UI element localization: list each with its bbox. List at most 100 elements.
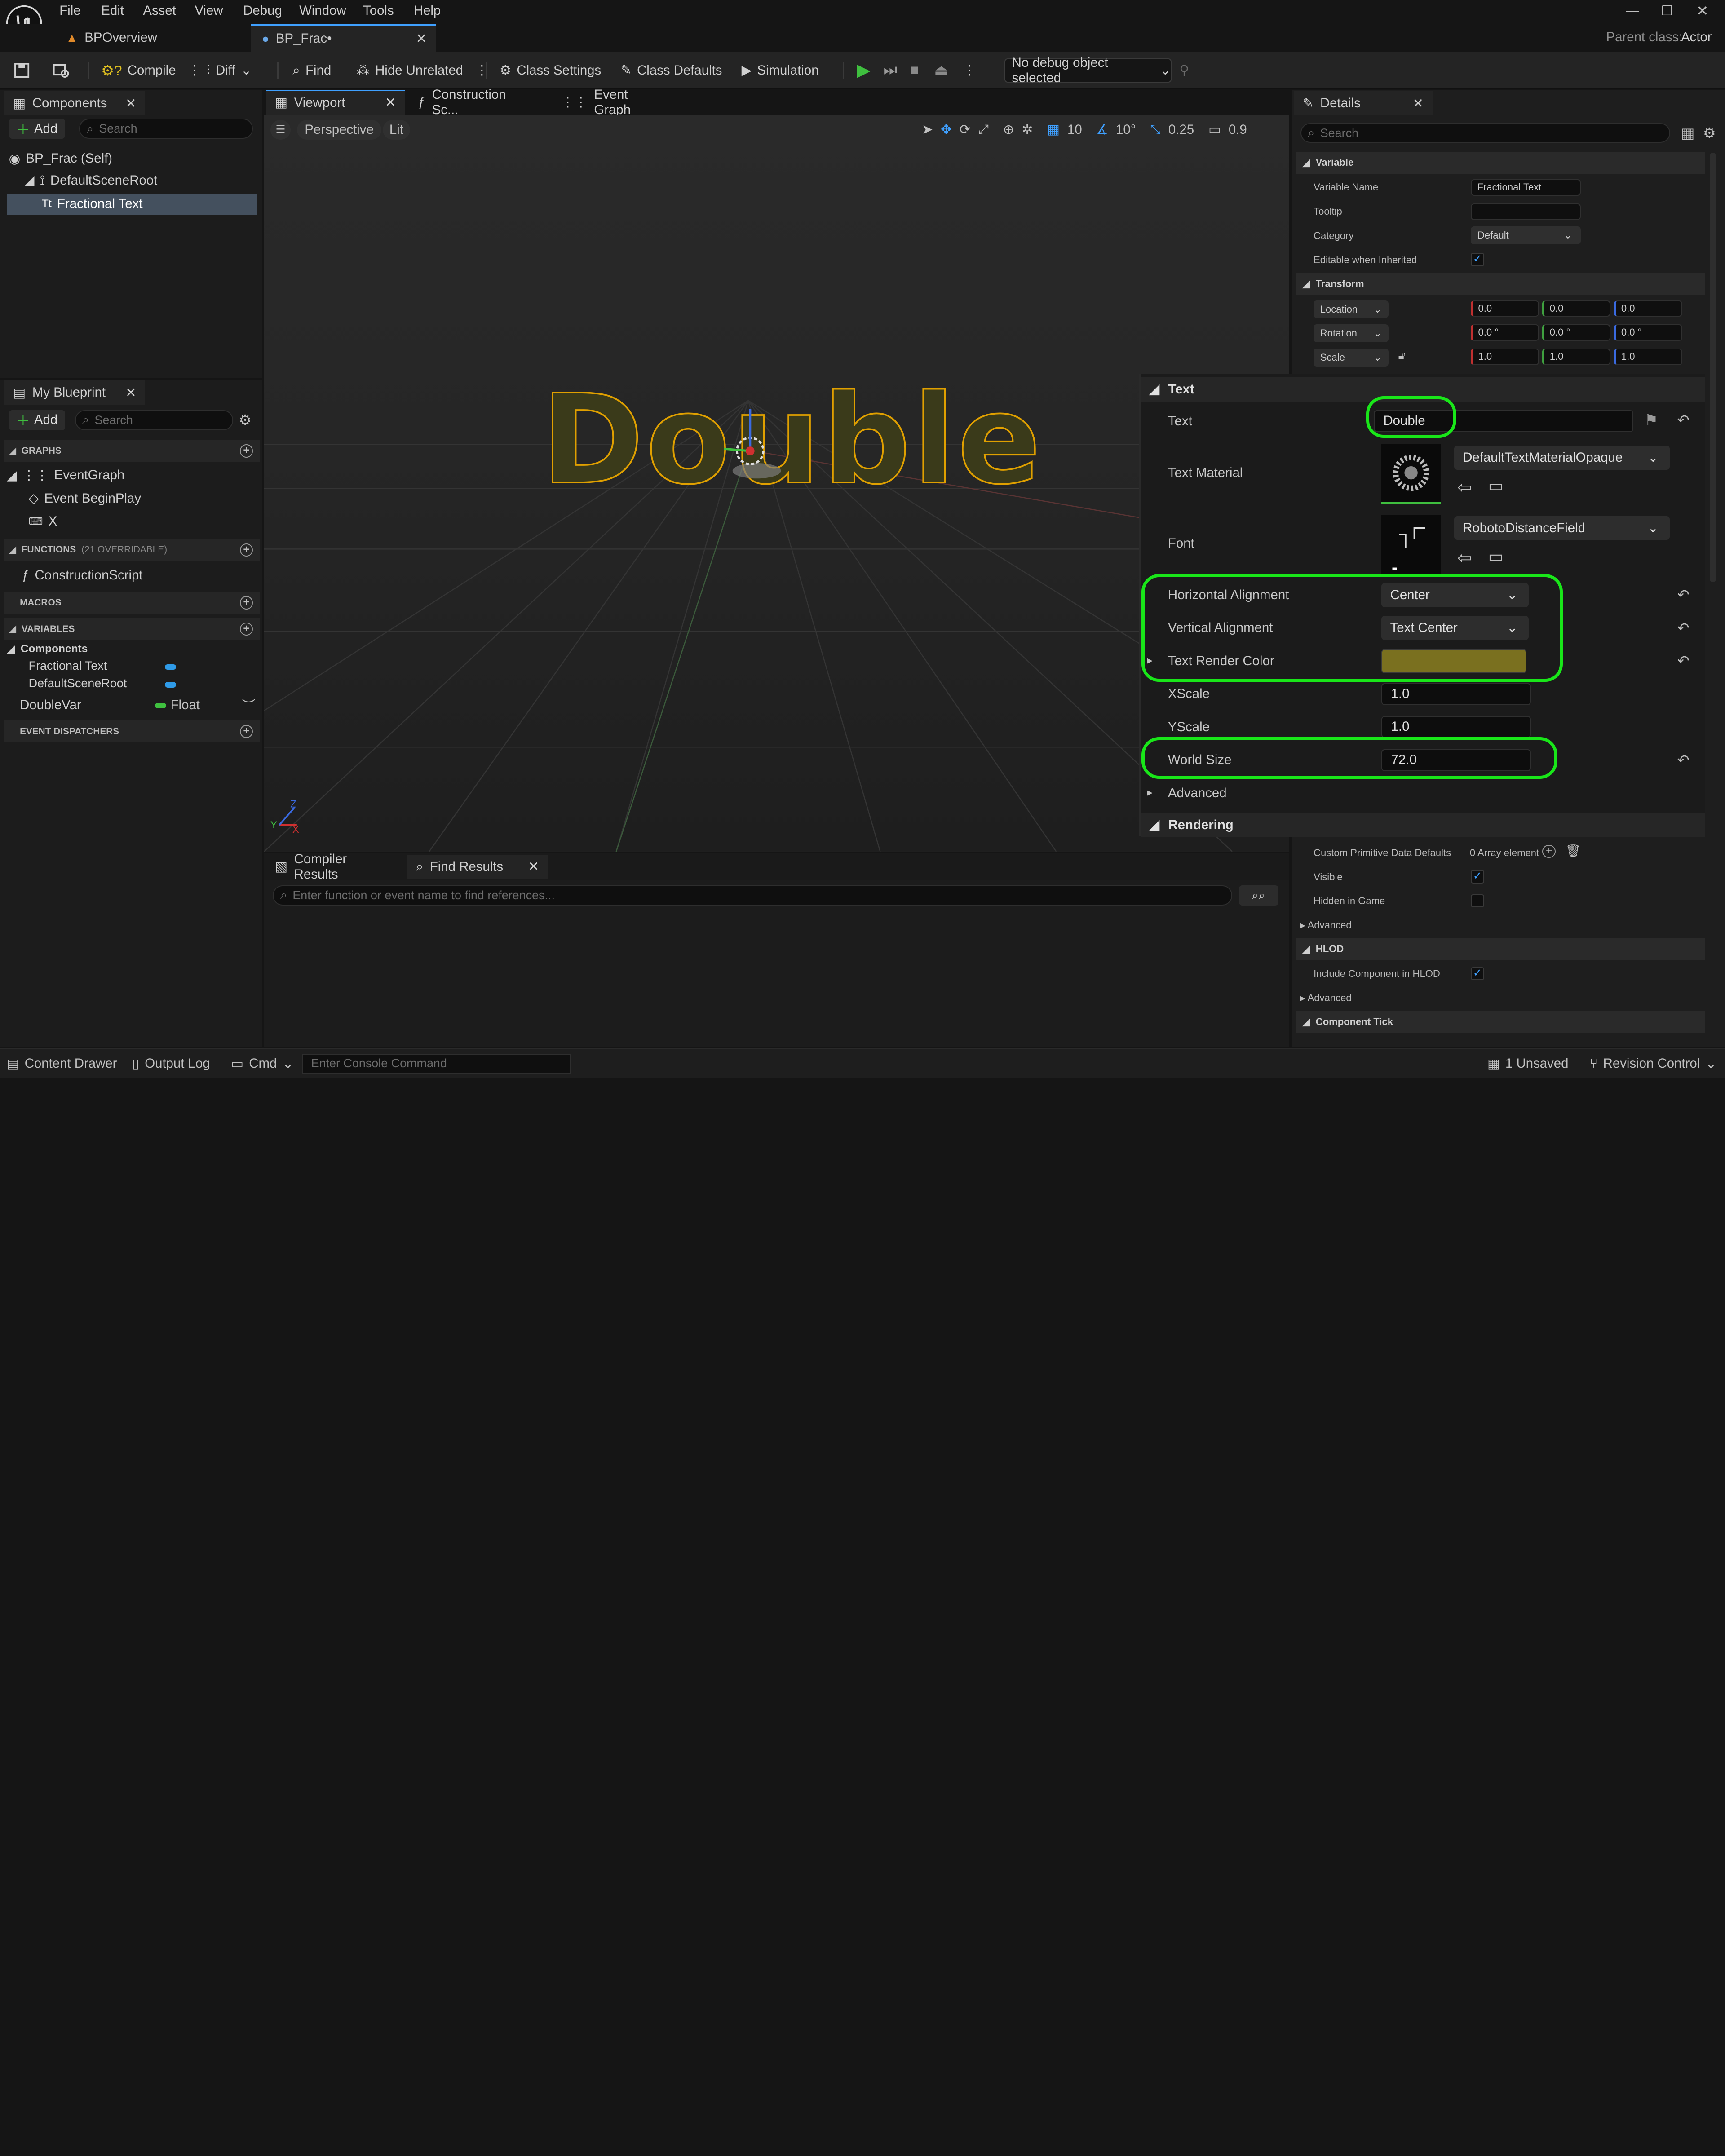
reset-to-default-icon[interactable]: ↶ bbox=[1677, 652, 1690, 669]
scale-snap-value[interactable]: 0.25 bbox=[1168, 122, 1194, 137]
grid-snap-value[interactable]: 10 bbox=[1067, 122, 1082, 137]
advanced-text-expander[interactable]: Advanced bbox=[1168, 786, 1227, 801]
rotation-x-field[interactable]: 0.0 ° bbox=[1471, 324, 1539, 341]
camera-speed-icon[interactable]: ▭ bbox=[1208, 122, 1221, 137]
component-fractional-text[interactable]: Tt Fractional Text bbox=[6, 194, 257, 215]
console-command-input[interactable]: Enter Console Command bbox=[302, 1053, 571, 1074]
lock-icon[interactable]: 🔓︎ bbox=[1398, 350, 1406, 362]
content-drawer-button[interactable]: ▤ Content Drawer bbox=[7, 1056, 117, 1072]
hidden-in-game-checkbox[interactable] bbox=[1471, 894, 1484, 908]
components-search-input[interactable]: ⌕ Search bbox=[79, 119, 253, 139]
construction-script-item[interactable]: ƒ ConstructionScript bbox=[22, 568, 143, 583]
menu-debug[interactable]: Debug bbox=[243, 3, 282, 18]
add-member-button[interactable]: ＋ Add bbox=[9, 410, 66, 430]
event-beginplay-item[interactable]: ◇ Event BeginPlay bbox=[29, 490, 141, 506]
menu-file[interactable]: File bbox=[59, 3, 80, 18]
viewport-tab[interactable]: ▦ Viewport ✕ bbox=[266, 90, 405, 115]
add-function-icon[interactable]: + bbox=[239, 543, 253, 557]
var-double-var[interactable]: DoubleVar bbox=[20, 698, 81, 713]
minimize-icon[interactable]: — bbox=[1626, 3, 1639, 18]
event-dispatchers-section[interactable]: EVENT DISPATCHERS + bbox=[4, 720, 260, 743]
doc-tab-bp-frac[interactable]: ● BP_Frac• ✕ bbox=[251, 24, 436, 52]
rotate-icon[interactable]: ⟳ bbox=[960, 122, 971, 137]
my-blueprint-search-input[interactable]: ⌕ Search bbox=[75, 410, 234, 430]
use-selected-asset-icon[interactable]: ⇦ bbox=[1457, 477, 1472, 498]
location-x-field[interactable]: 0.0 bbox=[1471, 300, 1539, 317]
cmd-dropdown[interactable]: ▭ Cmd ⌄ bbox=[231, 1056, 293, 1072]
transform-section[interactable]: ◢ Transform bbox=[1296, 273, 1705, 295]
step-icon[interactable]: ⏭ bbox=[884, 59, 898, 81]
debug-object-dropdown[interactable]: No debug object selected ⌄ bbox=[1004, 55, 1172, 85]
transform-gizmo[interactable] bbox=[704, 409, 792, 486]
add-element-icon[interactable]: + bbox=[1542, 844, 1556, 858]
var-type-float[interactable]: Float bbox=[171, 698, 200, 713]
reset-to-default-icon[interactable]: ↶ bbox=[1677, 619, 1690, 636]
editable-when-inherited-checkbox[interactable]: ✓ bbox=[1471, 253, 1484, 266]
close-tab-icon[interactable]: ✕ bbox=[385, 95, 396, 110]
font-dropdown[interactable]: RobotoDistanceField ⌄ bbox=[1454, 516, 1670, 540]
construction-script-tab[interactable]: ƒ Construction Sc... bbox=[409, 87, 541, 117]
close-tab-icon[interactable]: ✕ bbox=[125, 385, 137, 401]
event-graph-tab[interactable]: ⋮⋮ Event Graph bbox=[552, 87, 662, 117]
scale-y-field[interactable]: 1.0 bbox=[1542, 349, 1611, 366]
revision-control-button[interactable]: ⑂ Revision Control ⌄ bbox=[1590, 1056, 1716, 1072]
var-default-scene-root[interactable]: DefaultSceneRoot bbox=[29, 676, 127, 690]
debug-filter-icon[interactable]: ⚲ bbox=[1179, 59, 1189, 81]
include-in-hlod-checkbox[interactable]: ✓ bbox=[1471, 967, 1484, 981]
add-variable-icon[interactable]: + bbox=[239, 623, 253, 636]
details-search-input[interactable]: ⌕ Search bbox=[1300, 123, 1670, 143]
x-key-event-item[interactable]: ⌨ X bbox=[29, 514, 58, 529]
doc-tab-bpoverview[interactable]: ▲ BPOverview bbox=[55, 24, 248, 52]
variable-name-field[interactable]: Fractional Text bbox=[1471, 179, 1581, 196]
scale-z-field[interactable]: 1.0 bbox=[1614, 349, 1682, 366]
details-scrollbar[interactable] bbox=[1709, 153, 1716, 582]
component-tick-section[interactable]: ◢ Component Tick bbox=[1296, 1011, 1705, 1033]
graphs-section[interactable]: ◢ GRAPHS + bbox=[4, 440, 260, 462]
diff-button[interactable]: ⫶ Diff ⌄ bbox=[207, 59, 252, 81]
component-self[interactable]: ◉ BP_Frac (Self) bbox=[9, 151, 113, 167]
close-window-icon[interactable]: ✕ bbox=[1696, 2, 1708, 19]
rendering-section-header[interactable]: ◢ Rendering bbox=[1140, 813, 1705, 837]
menu-tools[interactable]: Tools bbox=[363, 3, 394, 18]
macros-section[interactable]: MACROS + bbox=[4, 592, 260, 614]
variable-section[interactable]: ◢ Variable bbox=[1296, 151, 1705, 174]
translate-icon[interactable]: ✥ bbox=[941, 122, 952, 137]
advanced-rendering-expander[interactable]: ▸ Advanced bbox=[1300, 919, 1352, 931]
details-tab[interactable]: ✎ Details ✕ bbox=[1294, 91, 1433, 116]
save-icon[interactable] bbox=[13, 59, 31, 81]
find-results-tab[interactable]: ⌕ Find Results ✕ bbox=[407, 854, 548, 879]
scale-x-field[interactable]: 1.0 bbox=[1471, 349, 1539, 366]
surface-snap-icon[interactable]: ✲ bbox=[1022, 122, 1033, 137]
rotation-snap-icon[interactable]: ∡ bbox=[1097, 122, 1108, 137]
scale-icon[interactable]: ⤢ bbox=[978, 122, 989, 137]
gear-icon[interactable]: ⚙ bbox=[1703, 124, 1716, 141]
menu-window[interactable]: Window bbox=[299, 3, 346, 18]
rotation-y-field[interactable]: 0.0 ° bbox=[1542, 324, 1611, 341]
viewport-menu-icon[interactable]: ☰ bbox=[270, 119, 291, 140]
yscale-field[interactable]: 1.0 bbox=[1381, 716, 1531, 738]
component-default-scene-root[interactable]: ◢ ⟟ DefaultSceneRoot bbox=[24, 172, 157, 188]
gear-icon[interactable]: ⚙ bbox=[239, 411, 252, 429]
compiler-results-tab[interactable]: ▧ Compiler Results bbox=[266, 852, 403, 882]
add-macro-icon[interactable]: + bbox=[239, 596, 253, 610]
grid-snap-icon[interactable]: ▦ bbox=[1047, 122, 1060, 137]
material-thumbnail[interactable] bbox=[1381, 444, 1441, 504]
unsaved-button[interactable]: ▦ 1 Unsaved bbox=[1487, 1056, 1568, 1072]
var-fractional-text[interactable]: Fractional Text bbox=[29, 659, 107, 673]
table-view-icon[interactable]: ▦ bbox=[1681, 124, 1694, 141]
browse-to-asset-icon[interactable]: ▭ bbox=[1488, 547, 1504, 566]
functions-section[interactable]: ◢ FUNCTIONS (21 OVERRIDABLE) + bbox=[4, 539, 260, 561]
tooltip-field[interactable] bbox=[1471, 203, 1581, 220]
rotation-dropdown[interactable]: Rotation ⌄ bbox=[1314, 324, 1389, 342]
restore-icon[interactable]: ❐ bbox=[1661, 3, 1673, 19]
menu-help[interactable]: Help bbox=[414, 3, 441, 18]
use-selected-asset-icon[interactable]: ⇦ bbox=[1457, 548, 1472, 568]
category-dropdown[interactable]: Default ⌄ bbox=[1471, 226, 1581, 244]
components-var-group[interactable]: ◢ Components bbox=[7, 642, 88, 656]
location-dropdown[interactable]: Location ⌄ bbox=[1314, 300, 1389, 318]
close-tab-icon[interactable]: ✕ bbox=[125, 96, 137, 111]
text-material-dropdown[interactable]: DefaultTextMaterialOpaque ⌄ bbox=[1454, 445, 1670, 470]
reset-to-default-icon[interactable]: ↶ bbox=[1677, 586, 1690, 603]
add-graph-icon[interactable]: + bbox=[239, 444, 253, 458]
trash-icon[interactable]: 🗑︎ bbox=[1566, 844, 1581, 858]
